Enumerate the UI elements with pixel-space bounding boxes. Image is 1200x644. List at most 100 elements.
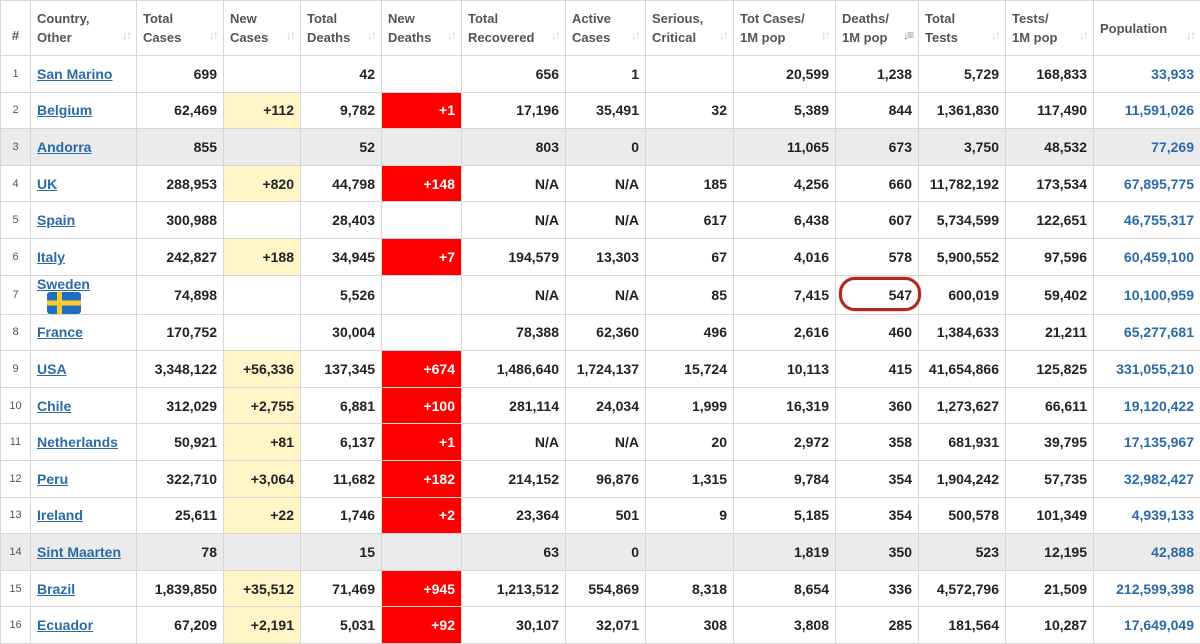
country-cell: Netherlands (31, 424, 137, 461)
header-total-deaths[interactable]: TotalDeaths↓↑ (301, 1, 382, 56)
total-cases-cell: 1,839,850 (137, 570, 224, 607)
country-link[interactable]: Chile (37, 398, 71, 414)
sort-icon[interactable]: ↓↑ (447, 26, 455, 45)
total-deaths-cell: 137,345 (301, 351, 382, 388)
sort-icon[interactable]: ↓↑ (1079, 26, 1087, 45)
country-cell: Sint Maarten (31, 534, 137, 571)
new-cases-cell: +56,336 (224, 351, 301, 388)
country-cell: Spain (31, 202, 137, 239)
population-cell: 212,599,398 (1094, 570, 1200, 607)
serious-critical-cell: 185 (646, 165, 734, 202)
sort-active-icon[interactable]: ↓≡ (903, 26, 912, 45)
total-cases-cell: 74,898 (137, 275, 224, 314)
country-link[interactable]: Peru (37, 471, 68, 487)
country-link[interactable]: Italy (37, 249, 65, 265)
tot-cases-per-1m-cell: 2,972 (734, 424, 836, 461)
tests-per-1m-cell: 173,534 (1006, 165, 1094, 202)
country-link[interactable]: France (37, 324, 83, 340)
sort-icon[interactable]: ↓↑ (1186, 26, 1194, 45)
row-index: 5 (1, 202, 31, 239)
total-cases-cell: 855 (137, 129, 224, 166)
deaths-per-1m-cell: 673 (836, 129, 919, 166)
total-tests-cell: 5,734,599 (919, 202, 1006, 239)
country-link[interactable]: Sint Maarten (37, 544, 121, 560)
country-link[interactable]: Ecuador (37, 617, 93, 633)
new-deaths-cell (382, 275, 462, 314)
total-recovered-cell: 23,364 (462, 497, 566, 534)
country-link[interactable]: Ireland (37, 507, 83, 523)
total-recovered-cell: 17,196 (462, 92, 566, 129)
sort-icon[interactable]: ↓↑ (821, 26, 829, 45)
table-row: 9USA3,348,122+56,336137,345+6741,486,640… (1, 351, 1200, 388)
total-cases-cell: 50,921 (137, 424, 224, 461)
row-index: 15 (1, 570, 31, 607)
country-link[interactable]: UK (37, 176, 57, 192)
serious-critical-cell: 9 (646, 497, 734, 534)
population-cell: 60,459,100 (1094, 238, 1200, 275)
serious-critical-cell: 32 (646, 92, 734, 129)
total-tests-cell: 1,273,627 (919, 387, 1006, 424)
new-cases-cell (224, 314, 301, 351)
header-country[interactable]: Country,Other↓↑ (31, 1, 137, 56)
header-tot-cases-per-1m[interactable]: Tot Cases/1M pop↓↑ (734, 1, 836, 56)
tests-per-1m-cell: 10,287 (1006, 607, 1094, 644)
country-link[interactable]: Brazil (37, 581, 75, 597)
header-active-cases[interactable]: ActiveCases↓↑ (566, 1, 646, 56)
new-cases-cell: +35,512 (224, 570, 301, 607)
header-tests-per-1m[interactable]: Tests/1M pop↓↑ (1006, 1, 1094, 56)
total-deaths-cell: 5,031 (301, 607, 382, 644)
row-index: 7 (1, 275, 31, 314)
sort-icon[interactable]: ↓↑ (367, 26, 375, 45)
table-row: 11Netherlands50,921+816,137+1N/AN/A202,9… (1, 424, 1200, 461)
serious-critical-cell: 1,999 (646, 387, 734, 424)
country-cell: UK (31, 165, 137, 202)
row-index: 16 (1, 607, 31, 644)
country-cell: Italy (31, 238, 137, 275)
total-deaths-cell: 6,137 (301, 424, 382, 461)
sort-icon[interactable]: ↓↑ (209, 26, 217, 45)
tot-cases-per-1m-cell: 9,784 (734, 460, 836, 497)
header-new-cases[interactable]: NewCases↓↑ (224, 1, 301, 56)
header-total-recovered[interactable]: TotalRecovered↓↑ (462, 1, 566, 56)
total-tests-cell: 1,904,242 (919, 460, 1006, 497)
new-deaths-cell: +92 (382, 607, 462, 644)
country-link[interactable]: Netherlands (37, 434, 118, 450)
sort-icon[interactable]: ↓↑ (631, 26, 639, 45)
active-cases-cell: N/A (566, 275, 646, 314)
header-serious-critical[interactable]: Serious,Critical↓↑ (646, 1, 734, 56)
new-deaths-cell (382, 534, 462, 571)
sort-icon[interactable]: ↓↑ (286, 26, 294, 45)
tot-cases-per-1m-cell: 1,819 (734, 534, 836, 571)
sort-icon[interactable]: ↓↑ (991, 26, 999, 45)
deaths-per-1m-cell: 354 (836, 497, 919, 534)
country-cell: Ecuador (31, 607, 137, 644)
population-cell: 4,939,133 (1094, 497, 1200, 534)
country-cell: Chile (31, 387, 137, 424)
country-link[interactable]: San Marino (37, 66, 112, 82)
population-cell: 17,135,967 (1094, 424, 1200, 461)
country-link[interactable]: Sweden (37, 276, 90, 292)
header-new-deaths[interactable]: NewDeaths↓↑ (382, 1, 462, 56)
sweden-flag-icon (47, 292, 81, 314)
country-link[interactable]: Andorra (37, 139, 91, 155)
total-tests-cell: 1,384,633 (919, 314, 1006, 351)
total-cases-cell: 170,752 (137, 314, 224, 351)
header-total-cases[interactable]: TotalCases↓↑ (137, 1, 224, 56)
sort-icon[interactable]: ↓↑ (122, 26, 130, 45)
total-tests-cell: 1,361,830 (919, 92, 1006, 129)
total-tests-cell: 4,572,796 (919, 570, 1006, 607)
deaths-per-1m-cell: 354 (836, 460, 919, 497)
row-index: 3 (1, 129, 31, 166)
table-row: 16Ecuador67,209+2,1915,031+9230,10732,07… (1, 607, 1200, 644)
country-link[interactable]: Belgium (37, 102, 92, 118)
country-link[interactable]: Spain (37, 212, 75, 228)
header-population[interactable]: Population↓↑ (1094, 1, 1200, 56)
sort-icon[interactable]: ↓↑ (719, 26, 727, 45)
header-deaths-per-1m[interactable]: Deaths/1M pop↓≡ (836, 1, 919, 56)
row-index: 8 (1, 314, 31, 351)
header-total-tests[interactable]: TotalTests↓↑ (919, 1, 1006, 56)
table-row: 3Andorra85552803011,0656733,75048,53277,… (1, 129, 1200, 166)
sort-icon[interactable]: ↓↑ (551, 26, 559, 45)
country-link[interactable]: USA (37, 361, 67, 377)
tot-cases-per-1m-cell: 4,016 (734, 238, 836, 275)
